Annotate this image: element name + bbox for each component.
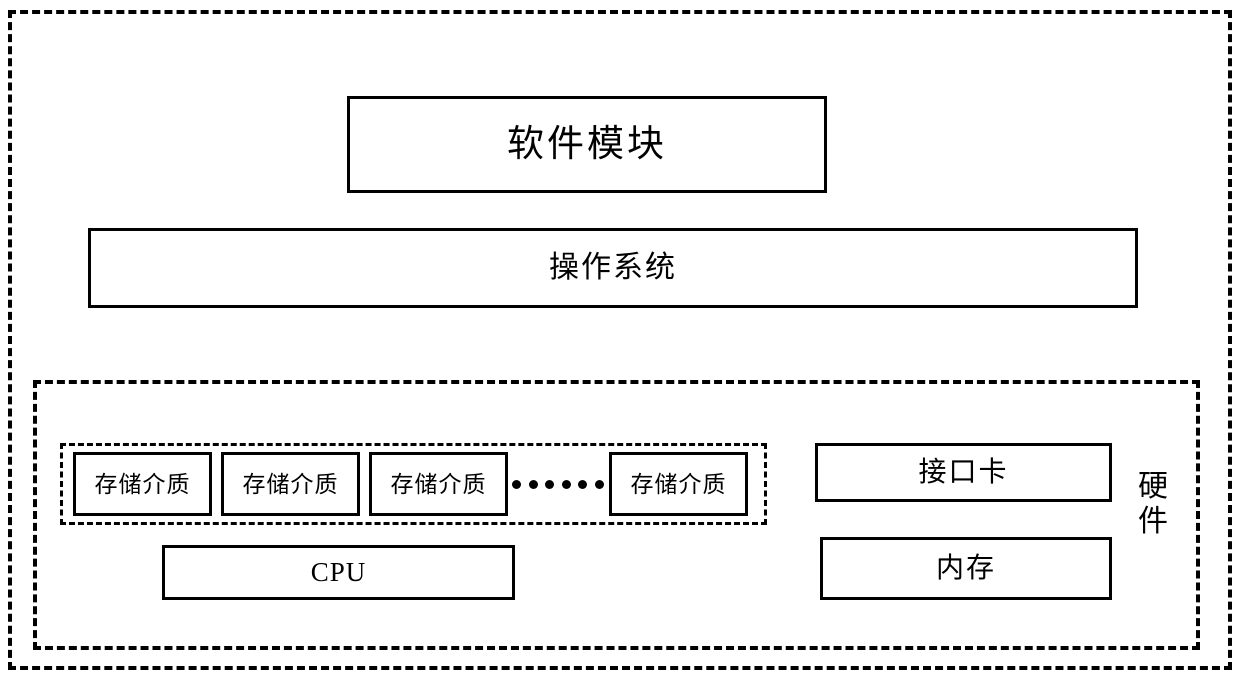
operating-system-box: 操作系统 — [88, 228, 1138, 308]
ellipsis-dot-icon — [528, 479, 538, 489]
cpu-label: CPU — [310, 557, 367, 587]
ellipsis-dot-icon — [561, 479, 571, 489]
software-module-label: 软件模块 — [507, 124, 667, 165]
operating-system-label: 操作系统 — [549, 251, 677, 284]
interface-card-label: 接口卡 — [918, 456, 1009, 488]
storage-media-label: 存储介质 — [630, 471, 727, 497]
cpu-box: CPU — [162, 545, 515, 600]
ellipsis-dot-icon — [578, 479, 588, 489]
interface-card-box: 接口卡 — [815, 443, 1112, 502]
storage-media-box: 存储介质 — [221, 452, 360, 516]
storage-media-label: 存储介质 — [94, 471, 191, 497]
storage-ellipsis-dots — [512, 470, 604, 498]
storage-media-box: 存储介质 — [369, 452, 508, 516]
diagram-canvas: 软件模块 操作系统 存储介质 存储介质 存储介质 存储介质 CPU 接口卡 内存 — [0, 0, 1240, 680]
hardware-group-label: 硬 件 — [1131, 470, 1175, 539]
storage-media-label: 存储介质 — [242, 471, 339, 497]
storage-media-box: 存储介质 — [609, 452, 748, 516]
ellipsis-dot-icon — [545, 479, 555, 489]
memory-label: 内存 — [935, 552, 996, 584]
storage-media-box: 存储介质 — [73, 452, 212, 516]
software-module-box: 软件模块 — [347, 96, 827, 193]
storage-media-label: 存储介质 — [390, 471, 487, 497]
ellipsis-dot-icon — [594, 479, 604, 489]
ellipsis-dot-icon — [512, 479, 521, 489]
hardware-label-char: 件 — [1138, 504, 1168, 538]
memory-box: 内存 — [820, 537, 1112, 600]
hardware-label-char: 硬 — [1138, 470, 1168, 503]
